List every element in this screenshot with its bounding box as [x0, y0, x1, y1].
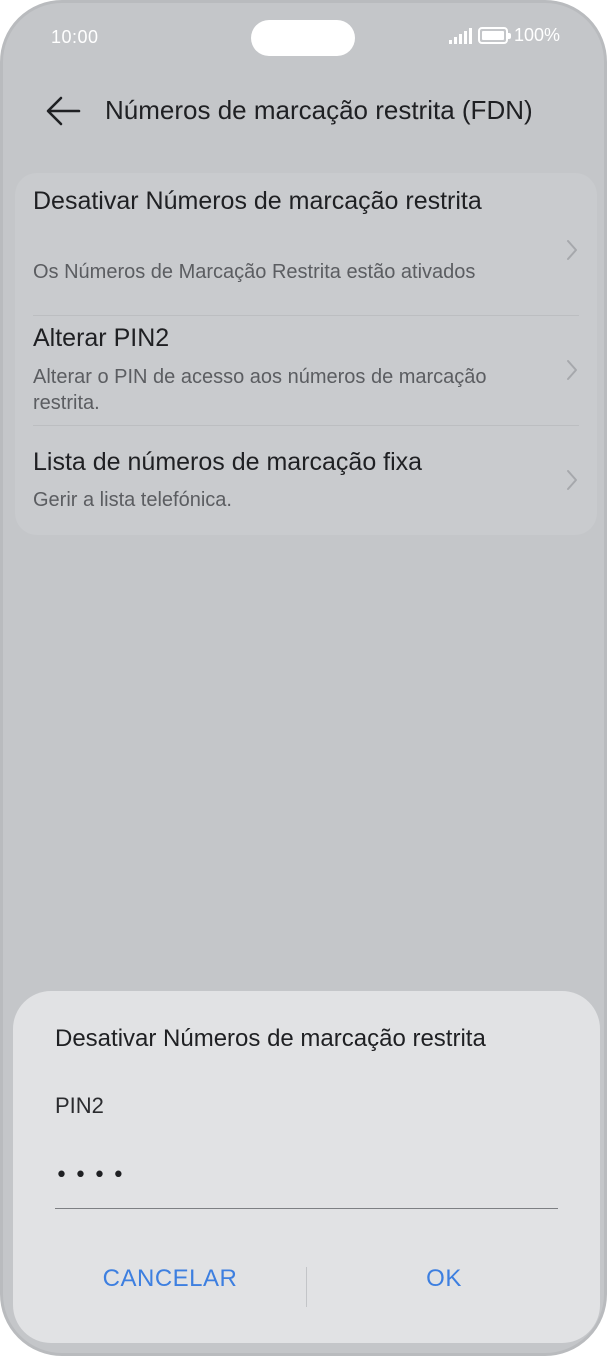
dialog-buttons: CANCELAR OK: [13, 1249, 600, 1309]
page-title: Números de marcação restrita (FDN): [105, 95, 533, 125]
ok-button[interactable]: OK: [329, 1249, 559, 1309]
cancel-button[interactable]: CANCELAR: [55, 1249, 285, 1309]
disable-fdn-dialog: Desativar Números de marcação restrita P…: [13, 991, 600, 1343]
chevron-right-icon: [567, 240, 577, 260]
settings-list: Desativar Números de marcação restrita O…: [15, 173, 597, 535]
pin2-label: PIN2: [55, 1093, 104, 1118]
battery-percentage: 100%: [513, 25, 560, 45]
settings-item-fixed-dialing-list[interactable]: Lista de números de marcação fixa Gerir …: [15, 426, 597, 534]
status-indicators: 100%: [448, 25, 560, 46]
back-arrow-icon[interactable]: [43, 91, 83, 131]
chevron-right-icon: [567, 470, 577, 490]
pin2-input[interactable]: [55, 1143, 558, 1209]
settings-item-change-pin2[interactable]: Alterar PIN2 Alterar o PIN de acesso aos…: [15, 316, 597, 424]
status-time: 10:00: [51, 27, 99, 47]
item-subtitle: Alterar o PIN de acesso aos números de m…: [33, 366, 487, 414]
camera-cutout: [251, 20, 355, 56]
chevron-right-icon: [567, 360, 577, 380]
dialog-title: Desativar Números de marcação restrita: [55, 1025, 486, 1052]
status-bar: 10:00 100%: [3, 3, 604, 73]
signal-icon: [448, 27, 472, 44]
item-subtitle: Gerir a lista telefónica.: [33, 489, 232, 511]
item-subtitle: Os Números de Marcação Restrita estão at…: [33, 261, 476, 283]
item-title: Desativar Números de marcação restrita: [33, 187, 482, 215]
item-title: Alterar PIN2: [33, 324, 170, 352]
battery-icon: [477, 27, 511, 44]
app-header: Números de marcação restrita (FDN): [3, 81, 604, 141]
settings-item-disable-fdn[interactable]: Desativar Números de marcação restrita O…: [15, 173, 597, 315]
item-title: Lista de números de marcação fixa: [33, 448, 423, 476]
phone-screen: 10:00 100% Números de marcação restrita …: [0, 0, 607, 1356]
button-divider: [306, 1267, 307, 1307]
